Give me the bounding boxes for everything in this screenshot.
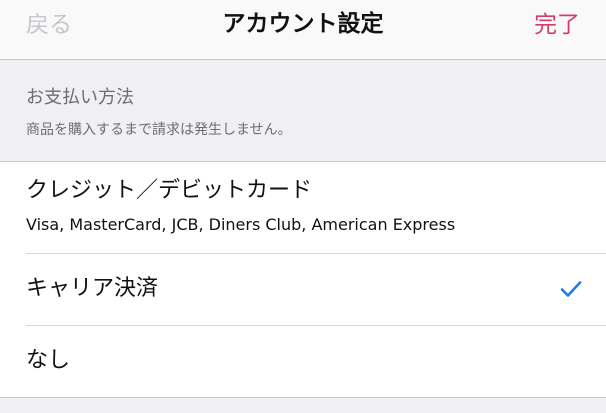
navigation-bar: 戻る アカウント設定 完了 [0,0,606,60]
done-button[interactable]: 完了 [534,10,580,40]
payment-section-header: お支払い方法 商品を購入するまで請求は発生しません。 [0,60,606,162]
payment-option-none[interactable]: なし [0,326,606,397]
payment-option-carrier-billing[interactable]: キャリア決済 [0,254,606,326]
checkmark-icon [560,281,582,297]
list-footer-area [0,397,606,413]
section-title: お支払い方法 [26,87,134,108]
payment-method-list: クレジット／デビットカード Visa, MasterCard, JCB, Din… [0,162,606,397]
section-footnote: 商品を購入するまで請求は発生しません。 [26,122,292,138]
payment-option-sublabel: Visa, MasterCard, JCB, Diners Club, Amer… [26,215,456,234]
payment-option-label: キャリア決済 [26,276,159,301]
payment-option-credit-card[interactable]: クレジット／デビットカード Visa, MasterCard, JCB, Din… [0,162,606,254]
payment-option-label: なし [26,348,71,373]
page-title: アカウント設定 [222,11,384,37]
payment-option-label: クレジット／デビットカード [26,178,313,203]
